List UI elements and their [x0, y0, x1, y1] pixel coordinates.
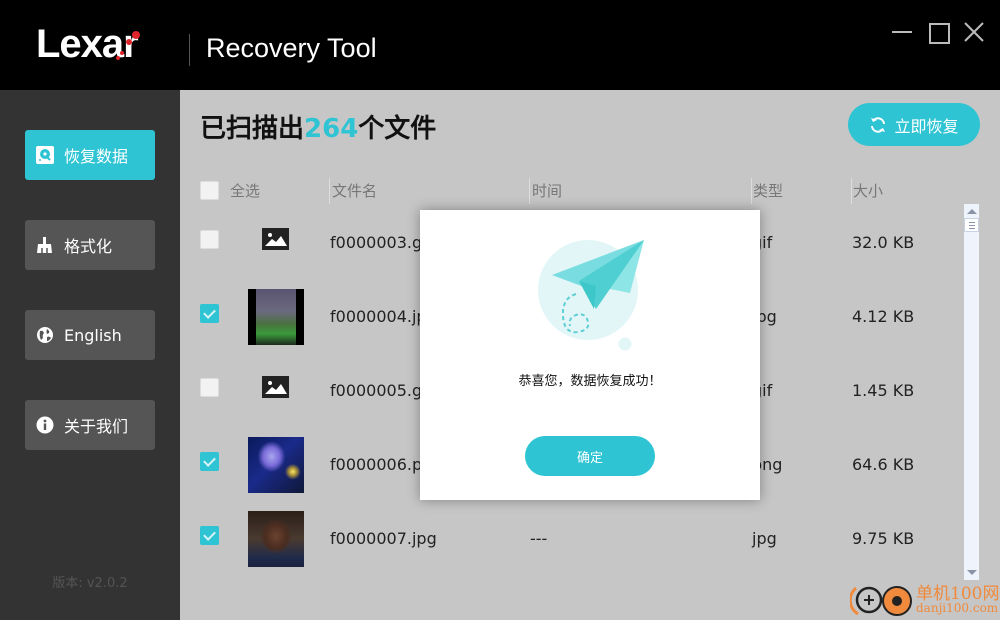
app-title: Recovery Tool — [206, 33, 377, 63]
logo-dot — [126, 39, 132, 45]
sidebar-item-label: 格式化 — [64, 237, 113, 256]
file-count: 264 — [304, 114, 359, 144]
close-button[interactable] — [962, 20, 986, 44]
title-bar: Lexar Recovery Tool — [0, 0, 1000, 90]
sidebar-item-recover-data[interactable]: 恢复数据 — [25, 130, 155, 180]
file-size: 9.75 KB — [852, 529, 915, 548]
close-icon — [964, 22, 984, 42]
logo-text: Lexar — [36, 21, 139, 66]
file-time: --- — [530, 529, 548, 548]
globe-icon — [35, 325, 55, 345]
minimize-button[interactable] — [890, 20, 914, 44]
row-checkbox[interactable] — [200, 304, 219, 323]
drive-recovery-icon — [35, 145, 55, 165]
sidebar-item-about[interactable]: 关于我们 — [25, 400, 155, 450]
file-size: 32.0 KB — [852, 233, 915, 252]
image-placeholder-icon — [262, 228, 289, 250]
column-header-name[interactable]: 文件名 — [332, 178, 377, 204]
sidebar-item-label: English — [64, 325, 122, 345]
thumbnail-night-city — [248, 437, 304, 493]
image-placeholder-icon — [262, 376, 289, 398]
title-divider — [189, 34, 190, 66]
logo-dot — [120, 51, 124, 55]
confirm-button[interactable]: 确定 — [525, 436, 655, 476]
row-checkbox[interactable] — [200, 452, 219, 471]
watermark-en-text: danji100.com — [916, 601, 999, 615]
select-all-checkbox[interactable] — [200, 181, 219, 200]
scrollbar-thumb[interactable] — [964, 218, 979, 232]
sidebar-item-format[interactable]: 格式化 — [25, 220, 155, 270]
file-name: f0000007.jpg — [330, 529, 437, 548]
refresh-icon — [871, 116, 886, 133]
file-type: jpg — [752, 529, 777, 548]
column-divider — [751, 178, 752, 204]
table-row[interactable]: f0000007.jpg --- jpg 9.75 KB — [180, 502, 960, 576]
column-header-type[interactable]: 类型 — [753, 178, 783, 204]
file-size: 1.45 KB — [852, 381, 915, 400]
file-size: 64.6 KB — [852, 455, 915, 474]
vertical-scrollbar[interactable] — [964, 204, 979, 580]
row-checkbox[interactable] — [200, 526, 219, 545]
broom-icon — [35, 235, 55, 255]
sidebar-item-language[interactable]: English — [25, 310, 155, 360]
success-dialog: 恭喜您，数据恢复成功！ 确定 — [420, 210, 760, 500]
maximize-button[interactable] — [928, 20, 952, 44]
lexar-logo: Lexar — [36, 21, 140, 66]
column-divider — [329, 178, 330, 204]
sidebar-item-label: 恢复数据 — [64, 147, 129, 166]
thumbnail-portrait — [248, 511, 304, 567]
column-header-time[interactable]: 时间 — [532, 178, 562, 204]
column-divider — [851, 178, 852, 204]
version-label: 版本: v2.0.2 — [52, 576, 128, 591]
row-checkbox[interactable] — [200, 378, 219, 397]
logo-dot — [116, 56, 120, 60]
watermark-logo-icon — [850, 586, 912, 616]
thumbnail-game-screenshot — [248, 289, 304, 345]
file-size: 4.12 KB — [852, 307, 915, 326]
file-name: f0000003.gif — [330, 233, 433, 252]
select-all-label[interactable]: 全选 — [230, 178, 260, 204]
recover-now-button[interactable]: 立即恢复 — [848, 103, 980, 146]
info-icon — [35, 415, 55, 435]
watermark: 单机100网 danji100.com — [850, 577, 1000, 620]
heading-prefix: 已扫描出 — [200, 114, 305, 144]
file-name: f0000005.gif — [330, 381, 433, 400]
table-header: 全选 文件名 时间 类型 大小 — [180, 178, 970, 204]
column-header-size[interactable]: 大小 — [853, 178, 883, 204]
sidebar-item-label: 关于我们 — [64, 417, 129, 436]
scroll-up-arrow-icon[interactable] — [967, 209, 977, 214]
logo-dot — [132, 31, 140, 39]
row-checkbox[interactable] — [200, 230, 219, 249]
scan-result-heading: 已扫描出264个文件 — [200, 108, 436, 145]
sidebar: 恢复数据 格式化 English 关于我们 版本: v2.0.2 — [0, 90, 180, 620]
paper-plane-icon — [538, 240, 644, 351]
success-message: 恭喜您，数据恢复成功！ — [518, 374, 662, 389]
recover-now-label: 立即恢复 — [894, 116, 959, 136]
heading-suffix: 个文件 — [358, 114, 437, 144]
scroll-down-arrow-icon[interactable] — [967, 570, 977, 575]
column-divider — [529, 178, 530, 204]
